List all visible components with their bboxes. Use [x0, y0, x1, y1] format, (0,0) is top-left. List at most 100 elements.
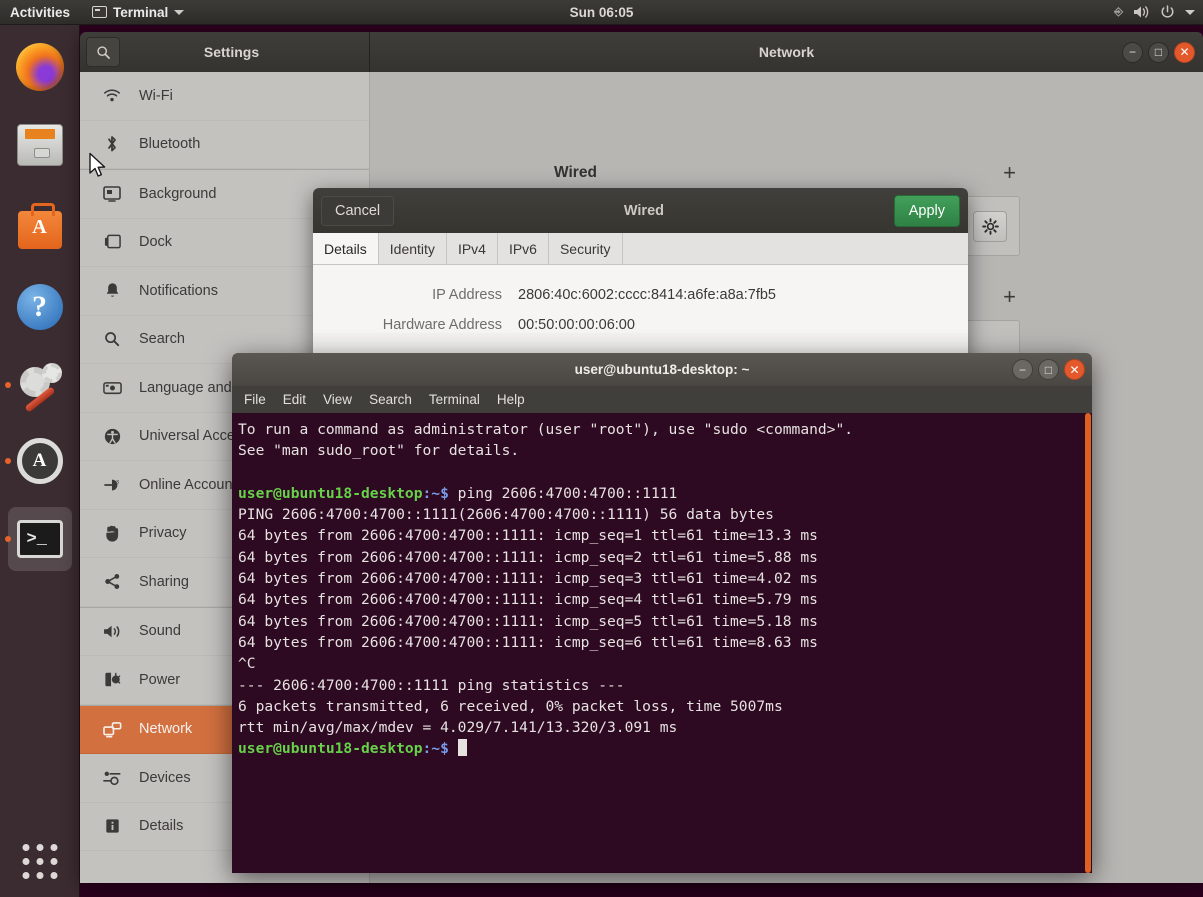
terminal-output: To run a command as administrator (user … [238, 419, 1082, 760]
minimize-button[interactable]: − [1122, 42, 1143, 63]
volume-icon[interactable] [1133, 5, 1150, 19]
dock-item-files[interactable] [8, 113, 72, 177]
settings-titlebar: Settings Network − □ ✕ [80, 32, 1203, 72]
sharing-icon [102, 573, 122, 590]
bell-icon [102, 282, 122, 299]
wired-settings-dialog: Cancel Wired Apply DetailsIdentityIPv4IP… [313, 188, 968, 368]
help-icon: ? [17, 284, 63, 330]
terminal-scrollbar-thumb[interactable] [1085, 413, 1091, 873]
terminal-window-buttons: − □ ✕ [1012, 359, 1085, 380]
devices-icon [102, 770, 122, 786]
sidebar-item-wi-fi[interactable]: Wi-Fi [80, 72, 369, 121]
tab-ipv4[interactable]: IPv4 [447, 233, 498, 264]
activities-button[interactable]: Activities [10, 5, 70, 20]
accessibility-icon[interactable]: ⎆ [1114, 6, 1123, 19]
dock-item-terminal[interactable]: >_ [8, 507, 72, 571]
terminal-menu-file[interactable]: File [244, 392, 266, 407]
system-tray[interactable]: ⎆ [1114, 5, 1195, 20]
tab-security[interactable]: Security [549, 233, 623, 264]
terminal-menu-edit[interactable]: Edit [283, 392, 306, 407]
settings-title: Settings [120, 44, 343, 60]
search-icon [102, 331, 122, 347]
power-icon[interactable] [1160, 5, 1175, 20]
wired-dialog-details-fields: IP Address2806:40c:6002:cccc:8414:a6fe:a… [313, 265, 968, 333]
files-icon [17, 124, 63, 166]
cancel-button[interactable]: Cancel [321, 196, 394, 226]
terminal-maximize-button[interactable]: □ [1038, 359, 1059, 380]
terminal-scrollbar[interactable] [1084, 413, 1092, 873]
wired-dialog-title: Wired [394, 203, 894, 219]
maximize-button[interactable]: □ [1148, 42, 1169, 63]
field-label: Hardware Address [313, 317, 518, 333]
sidebar-item-label: Notifications [139, 283, 218, 299]
wired-section-title: Wired [554, 164, 597, 182]
sidebar-item-label: Dock [139, 234, 172, 250]
terminal-icon: >_ [17, 520, 63, 558]
dock-item-software-updater[interactable] [8, 429, 72, 493]
terminal-screen[interactable]: To run a command as administrator (user … [232, 413, 1092, 873]
software-updater-icon [17, 438, 63, 484]
terminal-menu-view[interactable]: View [323, 392, 352, 407]
tab-identity[interactable]: Identity [379, 233, 447, 264]
app-menu-button[interactable]: Terminal [92, 5, 184, 20]
desktop-screen: Activities Terminal Sun 06:05 ⎆ [0, 0, 1203, 897]
language-icon [102, 381, 122, 395]
apply-button[interactable]: Apply [894, 195, 960, 227]
background-icon [102, 186, 122, 202]
field-value: 00:50:00:00:06:00 [518, 317, 635, 333]
sidebar-item-label: Power [139, 672, 180, 688]
page-title: Network [759, 44, 814, 60]
terminal-minimize-button[interactable]: − [1012, 359, 1033, 380]
tweaks-icon [16, 361, 64, 409]
dock-item-help[interactable]: ? [8, 275, 72, 339]
show-applications-button[interactable] [22, 844, 57, 879]
bluetooth-icon [102, 135, 122, 153]
firefox-icon [16, 43, 64, 91]
sidebar-item-label: Privacy [139, 525, 187, 541]
ubuntu-software-icon [18, 211, 62, 249]
field-ip-address: IP Address2806:40c:6002:cccc:8414:a6fe:a… [313, 287, 968, 303]
tab-ipv6[interactable]: IPv6 [498, 233, 549, 264]
wired-dialog-header: Cancel Wired Apply [313, 188, 968, 233]
add-connection-button[interactable]: + [1003, 284, 1016, 310]
sidebar-item-label: Sound [139, 623, 181, 639]
online-accounts-icon: s [102, 477, 122, 493]
field-value: 2806:40c:6002:cccc:8414:a6fe:a8a:7fb5 [518, 287, 776, 303]
terminal-title: user@ubuntu18-desktop: ~ [575, 362, 750, 377]
gear-icon[interactable] [973, 211, 1007, 242]
terminal-menubar: File Edit View Search Terminal Help [232, 386, 1092, 413]
sidebar-item-label: Devices [139, 770, 191, 786]
sidebar-item-label: Network [139, 721, 192, 737]
tab-details[interactable]: Details [313, 233, 379, 264]
universal-access-icon [102, 428, 122, 445]
tray-chevron-down-icon[interactable] [1185, 10, 1195, 15]
network-panel-header: Network − □ ✕ [370, 32, 1203, 72]
sidebar-item-label: Sharing [139, 574, 189, 590]
svg-text:s: s [116, 479, 119, 485]
privacy-icon [102, 525, 122, 542]
terminal-titlebar[interactable]: user@ubuntu18-desktop: ~ − □ ✕ [232, 353, 1092, 386]
chevron-down-icon [174, 10, 184, 15]
dock-item-firefox[interactable] [8, 35, 72, 99]
field-hardware-address: Hardware Address00:50:00:00:06:00 [313, 317, 968, 333]
app-menu-label: Terminal [113, 5, 168, 20]
sidebar-item-label: Details [139, 818, 183, 834]
sidebar-item-label: Wi-Fi [139, 88, 173, 104]
sidebar-item-bluetooth[interactable]: Bluetooth [80, 121, 369, 170]
terminal-menu-search[interactable]: Search [369, 392, 412, 407]
dock-item-tweaks[interactable] [8, 353, 72, 417]
sidebar-item-label: Background [139, 186, 216, 202]
terminal-close-button[interactable]: ✕ [1064, 359, 1085, 380]
search-icon[interactable] [86, 37, 120, 67]
mouse-cursor [88, 152, 108, 180]
terminal-menu-help[interactable]: Help [497, 392, 525, 407]
dock-launcher: ? >_ [0, 25, 80, 897]
close-button[interactable]: ✕ [1174, 42, 1195, 63]
sound-icon [102, 624, 122, 639]
terminal-menu-terminal[interactable]: Terminal [429, 392, 480, 407]
sidebar-item-label: Online Accounts [139, 477, 244, 493]
network-icon [102, 721, 122, 738]
add-wired-connection-button[interactable]: + [1003, 160, 1016, 186]
wired-dialog-tabs: DetailsIdentityIPv4IPv6Security [313, 233, 968, 265]
dock-item-ubuntu-software[interactable] [8, 195, 72, 259]
